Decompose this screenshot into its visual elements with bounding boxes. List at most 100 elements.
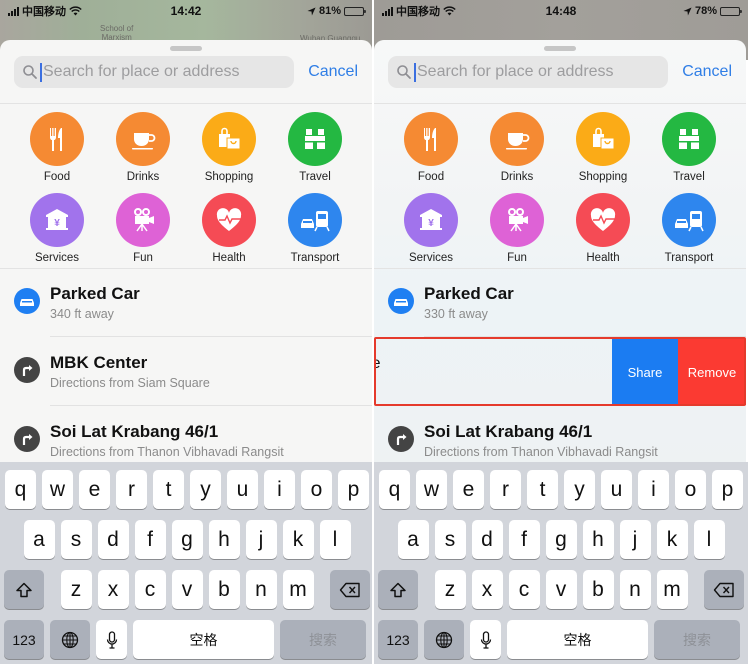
key-s[interactable]: s <box>60 520 92 559</box>
search-input[interactable] <box>43 63 283 81</box>
key-r[interactable]: r <box>490 470 521 509</box>
key-x[interactable]: x <box>97 570 129 609</box>
item-subtitle: 330 ft away <box>424 307 488 321</box>
key-l[interactable]: l <box>693 520 725 559</box>
key-f[interactable]: f <box>134 520 166 559</box>
delete-key[interactable] <box>330 570 370 609</box>
key-k[interactable]: k <box>282 520 314 559</box>
key-s[interactable]: s <box>434 520 466 559</box>
cancel-button[interactable]: Cancel <box>682 63 732 81</box>
category-shopping[interactable]: Shopping <box>560 112 646 183</box>
numbers-key[interactable]: 123 <box>378 620 418 659</box>
key-q[interactable]: q <box>5 470 36 509</box>
category-services[interactable]: ¥ Services <box>388 193 474 264</box>
key-v[interactable]: v <box>545 570 577 609</box>
dictation-key[interactable] <box>470 620 501 659</box>
category-drinks[interactable]: Drinks <box>474 112 560 183</box>
key-t[interactable]: t <box>527 470 558 509</box>
category-travel[interactable]: Travel <box>272 112 358 183</box>
category-drinks[interactable]: Drinks <box>100 112 186 183</box>
dictation-key[interactable] <box>96 620 127 659</box>
category-transport[interactable]: Transport <box>272 193 358 264</box>
remove-button[interactable]: Remove <box>678 339 746 405</box>
category-shopping[interactable]: Shopping <box>186 112 272 183</box>
key-z[interactable]: z <box>60 570 92 609</box>
list-item-swiped[interactable]: MBK CenterDirections from Siam Square Sha… <box>374 337 746 406</box>
space-key[interactable]: 空格 <box>507 620 648 659</box>
key-n[interactable]: n <box>619 570 651 609</box>
delete-key[interactable] <box>704 570 744 609</box>
comparison-stage: School of Marxism Wuhan Guanggu 中国移动 14:42… <box>0 0 748 664</box>
cancel-button[interactable]: Cancel <box>308 63 358 81</box>
key-b[interactable]: b <box>582 570 614 609</box>
key-m[interactable]: m <box>282 570 314 609</box>
list-item[interactable]: MBK Center Directions from Siam Square <box>0 337 372 406</box>
key-m[interactable]: m <box>656 570 688 609</box>
key-k[interactable]: k <box>656 520 688 559</box>
status-time: 14:48 <box>545 4 577 18</box>
key-c[interactable]: c <box>134 570 166 609</box>
key-o[interactable]: o <box>301 470 332 509</box>
key-n[interactable]: n <box>245 570 277 609</box>
key-h[interactable]: h <box>208 520 240 559</box>
key-g[interactable]: g <box>545 520 577 559</box>
list-item-content[interactable]: MBK CenterDirections from Siam Square <box>374 337 381 406</box>
key-r[interactable]: r <box>116 470 147 509</box>
key-j[interactable]: j <box>245 520 277 559</box>
key-u[interactable]: u <box>227 470 258 509</box>
key-v[interactable]: v <box>171 570 203 609</box>
numbers-key[interactable]: 123 <box>4 620 44 659</box>
key-z[interactable]: z <box>434 570 466 609</box>
key-f[interactable]: f <box>508 520 540 559</box>
globe-key[interactable] <box>424 620 464 659</box>
share-button[interactable]: Share <box>612 339 678 405</box>
key-q[interactable]: q <box>379 470 410 509</box>
key-e[interactable]: e <box>79 470 110 509</box>
key-w[interactable]: w <box>42 470 73 509</box>
key-b[interactable]: b <box>208 570 240 609</box>
key-c[interactable]: c <box>508 570 540 609</box>
space-key[interactable]: 空格 <box>133 620 274 659</box>
category-fun[interactable]: Fun <box>100 193 186 264</box>
key-w[interactable]: w <box>416 470 447 509</box>
key-i[interactable]: i <box>264 470 295 509</box>
category-transport[interactable]: Transport <box>646 193 732 264</box>
key-g[interactable]: g <box>171 520 203 559</box>
sheet-grabber[interactable] <box>170 46 202 51</box>
category-food[interactable]: Food <box>388 112 474 183</box>
category-health[interactable]: Health <box>186 193 272 264</box>
shift-key[interactable] <box>4 570 44 609</box>
key-x[interactable]: x <box>471 570 503 609</box>
key-y[interactable]: y <box>190 470 221 509</box>
search-key[interactable]: 搜索 <box>280 620 366 659</box>
category-travel[interactable]: Travel <box>646 112 732 183</box>
search-field[interactable] <box>388 56 669 88</box>
key-u[interactable]: u <box>601 470 632 509</box>
key-d[interactable]: d <box>471 520 503 559</box>
search-field[interactable] <box>14 56 295 88</box>
sheet-grabber[interactable] <box>544 46 576 51</box>
key-l[interactable]: l <box>319 520 351 559</box>
key-j[interactable]: j <box>619 520 651 559</box>
list-item[interactable]: Parked Car 330 ft away <box>374 268 746 337</box>
category-fun[interactable]: Fun <box>474 193 560 264</box>
key-e[interactable]: e <box>453 470 484 509</box>
key-a[interactable]: a <box>23 520 55 559</box>
search-key[interactable]: 搜索 <box>654 620 740 659</box>
key-a[interactable]: a <box>397 520 429 559</box>
key-p[interactable]: p <box>712 470 743 509</box>
key-t[interactable]: t <box>153 470 184 509</box>
list-item[interactable]: Parked Car 340 ft away <box>0 268 372 337</box>
search-input[interactable] <box>417 63 657 81</box>
key-y[interactable]: y <box>564 470 595 509</box>
category-health[interactable]: Health <box>560 193 646 264</box>
category-services[interactable]: ¥ Services <box>14 193 100 264</box>
key-o[interactable]: o <box>675 470 706 509</box>
key-i[interactable]: i <box>638 470 669 509</box>
shift-key[interactable] <box>378 570 418 609</box>
key-p[interactable]: p <box>338 470 369 509</box>
key-h[interactable]: h <box>582 520 614 559</box>
globe-key[interactable] <box>50 620 90 659</box>
category-food[interactable]: Food <box>14 112 100 183</box>
key-d[interactable]: d <box>97 520 129 559</box>
